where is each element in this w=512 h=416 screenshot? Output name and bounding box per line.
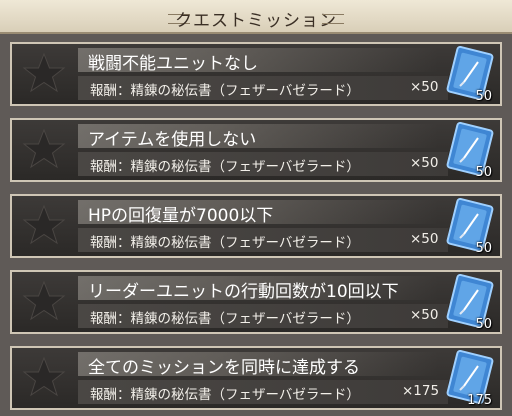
mission-row-1: 戦闘不能ユニットなし 報酬：精錬の秘伝書（フェザーバゼラード） ×50 50	[10, 42, 502, 106]
reward-quantity: ×175	[402, 383, 440, 399]
reward-text: 報酬：精錬の秘伝書（フェザーバゼラード）	[90, 159, 360, 175]
secret-book-icon: 50	[444, 273, 496, 332]
item-count: 50	[475, 241, 492, 256]
mission-name: アイテムを使用しない	[88, 130, 257, 150]
mission-name: 全てのミッションを同時に達成する	[88, 358, 360, 378]
reward-text: 報酬：精錬の秘伝書（フェザーバゼラード）	[90, 235, 360, 251]
secret-book-icon: 50	[444, 45, 496, 104]
secret-book-icon: 175	[444, 349, 496, 408]
mission-row-5: 全てのミッションを同時に達成する 報酬：精錬の秘伝書（フェザーバゼラード） ×1…	[10, 346, 502, 410]
secret-book-icon: 50	[444, 121, 496, 180]
reward-quantity: ×50	[410, 155, 439, 171]
item-count: 50	[475, 317, 492, 332]
item-count: 50	[475, 165, 492, 180]
star-icon	[14, 274, 74, 330]
item-count: 50	[475, 89, 492, 104]
mission-reward: 報酬：精錬の秘伝書（フェザーバゼラード） ×50	[90, 155, 439, 175]
reward-quantity: ×50	[410, 231, 439, 247]
mission-reward: 報酬：精錬の秘伝書（フェザーバゼラード） ×50	[90, 231, 439, 251]
reward-text: 報酬：精錬の秘伝書（フェザーバゼラード）	[90, 387, 360, 403]
header-ornament-right	[322, 14, 344, 24]
reward-text: 報酬：精錬の秘伝書（フェザーバゼラード）	[90, 83, 360, 99]
reward-text: 報酬：精錬の秘伝書（フェザーバゼラード）	[90, 311, 360, 327]
mission-reward: 報酬：精錬の秘伝書（フェザーバゼラード） ×50	[90, 79, 439, 99]
mission-row-2: アイテムを使用しない 報酬：精錬の秘伝書（フェザーバゼラード） ×50 50	[10, 118, 502, 182]
mission-reward: 報酬：精錬の秘伝書（フェザーバゼラード） ×175	[90, 383, 439, 403]
mission-name: リーダーユニットの行動回数が10回以下	[88, 282, 399, 302]
reward-quantity: ×50	[410, 307, 439, 323]
item-count: 175	[467, 393, 492, 408]
star-icon	[14, 46, 74, 102]
mission-name: HPの回復量が7000以下	[88, 206, 274, 226]
header-title: クエストミッション	[175, 11, 337, 31]
reward-quantity: ×50	[410, 79, 439, 95]
quest-mission-header: クエストミッション	[0, 0, 512, 34]
mission-name: 戦闘不能ユニットなし	[88, 54, 258, 74]
mission-row-4: リーダーユニットの行動回数が10回以下 報酬：精錬の秘伝書（フェザーバゼラード）…	[10, 270, 502, 334]
secret-book-icon: 50	[444, 197, 496, 256]
star-icon	[14, 350, 74, 406]
mission-reward: 報酬：精錬の秘伝書（フェザーバゼラード） ×50	[90, 307, 439, 327]
star-icon	[14, 198, 74, 254]
mission-row-3: HPの回復量が7000以下 報酬：精錬の秘伝書（フェザーバゼラード） ×50 5…	[10, 194, 502, 258]
star-icon	[14, 122, 74, 178]
